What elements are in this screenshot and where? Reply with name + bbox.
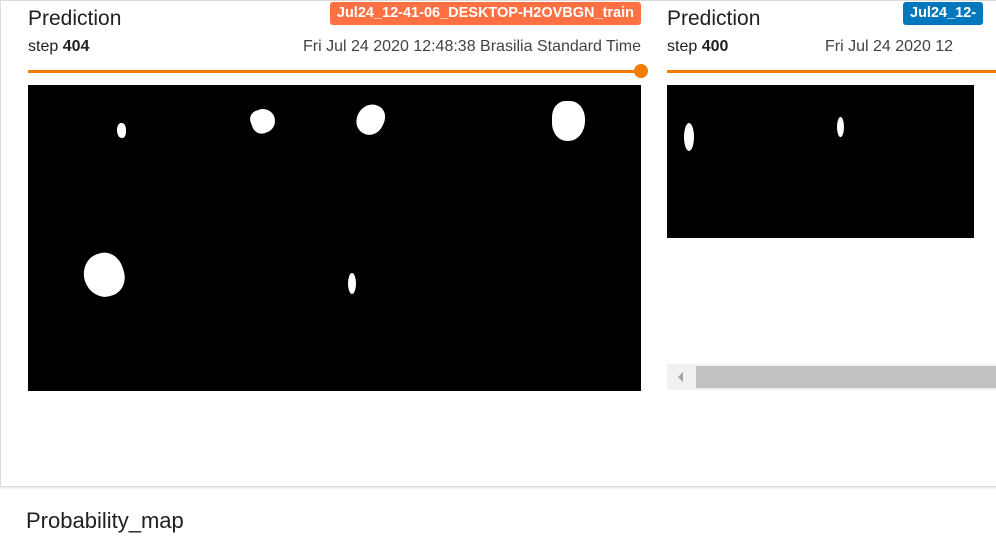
prediction-pane-1: Prediction Jul24_12-41-06_DESKTOP-H2OVBG…: [28, 1, 648, 401]
timestamp: Fri Jul 24 2020 12: [825, 38, 954, 55]
step-slider[interactable]: [28, 64, 648, 78]
mask-blob: [247, 105, 279, 137]
step-label: step 404: [28, 38, 89, 56]
mask-blob: [351, 99, 390, 140]
mask-blob: [837, 117, 844, 137]
mask-blob: [348, 273, 356, 294]
prediction-image: [28, 85, 641, 391]
step-value: 404: [62, 38, 90, 55]
mask-blob: [117, 123, 126, 138]
run-tag-badge: Jul24_12-41-06_DESKTOP-H2OVBGN_train: [329, 2, 641, 25]
pane-title: Prediction: [28, 7, 122, 30]
step-value: 400: [701, 38, 729, 55]
step-prefix: step: [667, 38, 698, 55]
prediction-pane-2: Prediction Jul24_12- step 400 Fri Jul 24…: [667, 1, 996, 401]
horizontal-scrollbar[interactable]: [667, 364, 996, 390]
pane-title: Prediction: [667, 7, 761, 30]
image-card: Prediction Jul24_12-41-06_DESKTOP-H2OVBG…: [0, 0, 996, 487]
timestamp: Fri Jul 24 2020 12:48:38 Brasilia Standa…: [303, 38, 641, 55]
slider-thumb[interactable]: [634, 64, 648, 78]
prediction-image: [667, 85, 974, 238]
step-label: step 400: [667, 38, 728, 56]
run-tag-badge: Jul24_12-: [903, 2, 984, 25]
step-slider[interactable]: [667, 70, 996, 73]
scrollbar-thumb[interactable]: [696, 366, 996, 388]
viewport: Prediction Jul24_12-41-06_DESKTOP-H2OVBG…: [0, 0, 996, 542]
chevron-left-icon[interactable]: [667, 364, 693, 390]
mask-blob: [78, 247, 130, 303]
step-prefix: step: [28, 38, 59, 55]
mask-blob: [552, 101, 585, 141]
mask-blob: [684, 123, 694, 151]
section-title: Probability_map: [26, 508, 184, 533]
